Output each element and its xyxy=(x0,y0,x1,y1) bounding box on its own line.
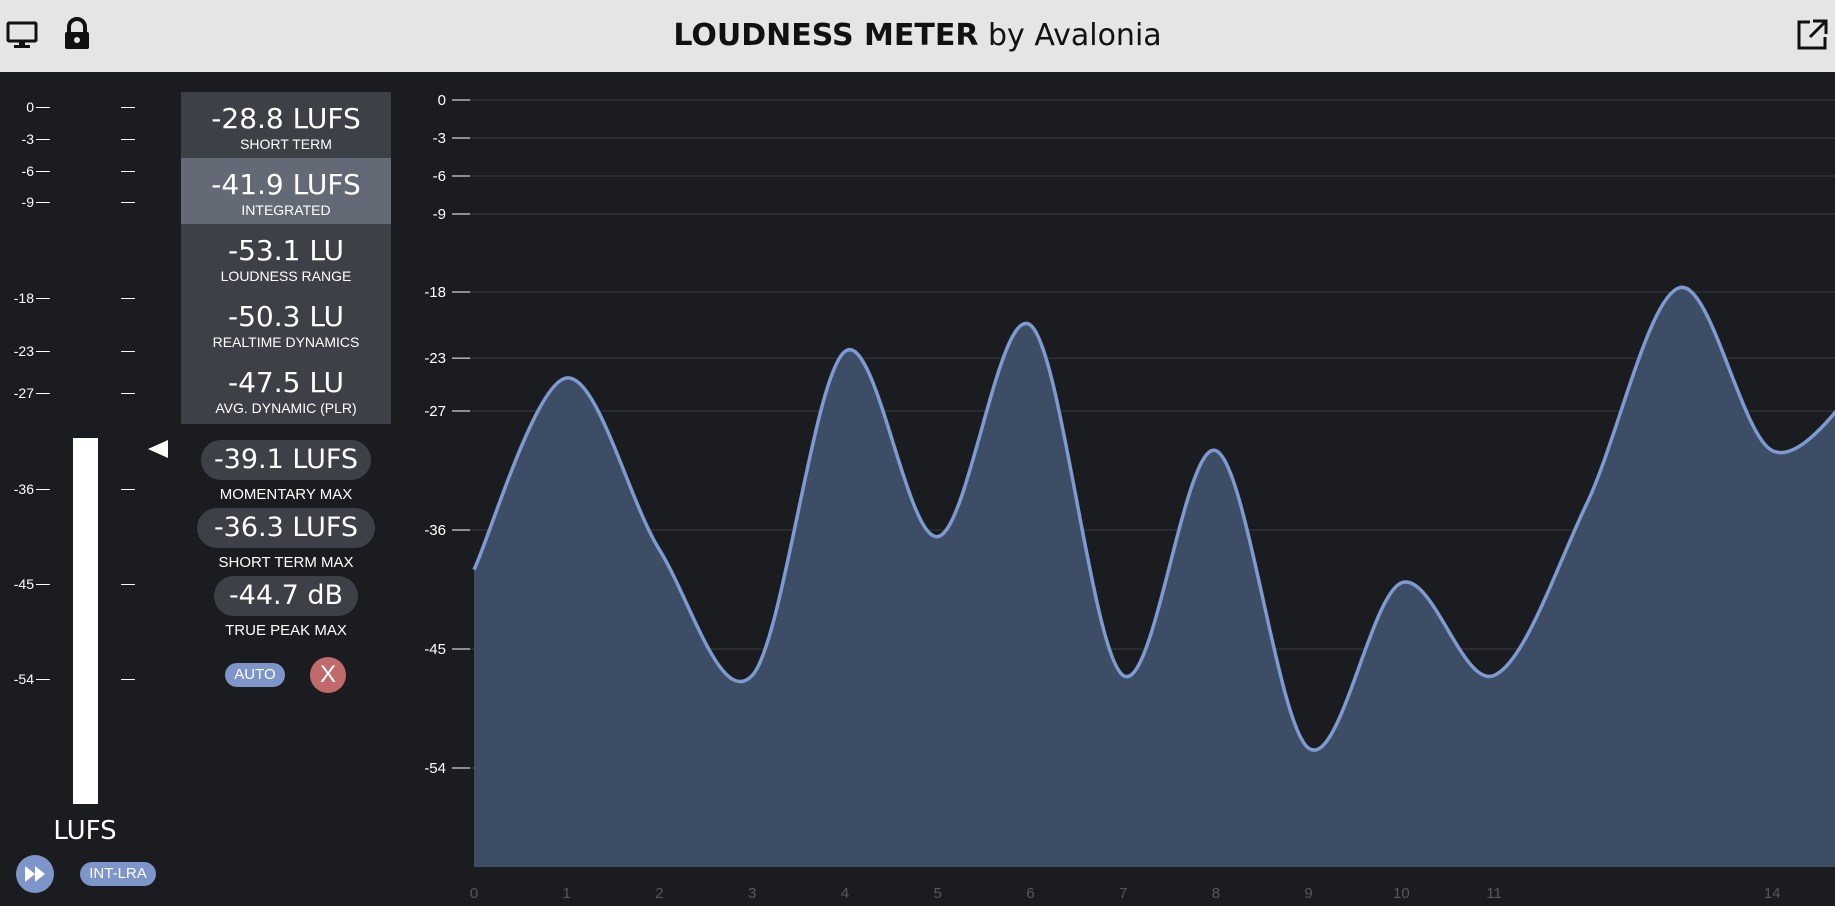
level-bar xyxy=(73,438,98,804)
meter-scale-label: -23 xyxy=(13,342,34,359)
max-value-box: -39.1 LUFS xyxy=(201,440,371,480)
meter-scale-label: -36 xyxy=(13,480,34,497)
stat-label: LOUDNESS RANGE xyxy=(220,268,352,284)
level-meter: LUFS INT-LRA 0 -3 -6 -9 -18 -23 -27 -36 -45 -54 xyxy=(0,72,180,901)
chart-y-tick-label: -9 xyxy=(433,206,446,223)
meter-scale-label: -45 xyxy=(13,576,34,592)
stat-realtime-dynamics: -50.3 LU REALTIME DYNAMICS xyxy=(181,290,391,356)
meter-scale-label: -54 xyxy=(13,671,34,688)
max-value-box: -36.3 LUFS xyxy=(197,508,375,548)
meter-unit-label: LUFS xyxy=(53,816,117,846)
meter-tick-right xyxy=(121,350,135,352)
meter-tick-left xyxy=(36,584,50,585)
chart-x-tick-label: 0 xyxy=(470,885,478,901)
meter-tick-right xyxy=(121,679,135,681)
meter-tick-right xyxy=(121,170,135,172)
popout-icon[interactable] xyxy=(1795,18,1829,57)
meter-tick-left xyxy=(36,107,50,108)
chart-x-tick-label: 4 xyxy=(841,885,849,901)
stat-label: SHORT TERM xyxy=(240,136,332,152)
chart-x-tick-label: 1 xyxy=(563,885,571,901)
loudness-chart-svg: 0 -3 -6 -9 -18 -23 -27 -36 -45 -54 0 1 2 3 4 5 6 7 8 9 10 11 1… xyxy=(424,92,1835,902)
fast-forward-button[interactable] xyxy=(16,855,54,893)
meter-tick-right xyxy=(121,393,135,395)
chart-x-tick-label: 6 xyxy=(1026,885,1034,901)
max-label: TRUE PEAK MAX xyxy=(225,622,347,639)
chart-x-tick-label: 5 xyxy=(933,885,941,901)
stat-avg-dynamic-plr: -47.5 LU AVG. DYNAMIC (PLR) xyxy=(181,356,391,422)
meter-tick-left xyxy=(36,170,50,172)
stat-short-term: -28.8 LUFS SHORT TERM xyxy=(181,92,391,158)
chart-y-tick-label: -45 xyxy=(424,641,446,658)
app-title-rest: by Avalonia xyxy=(978,18,1162,53)
chart-y-tick-label: 0 xyxy=(438,92,446,109)
chart-y-tick-label: -3 xyxy=(433,130,446,147)
meter-tick-left xyxy=(36,350,50,352)
meter-tick-left xyxy=(36,679,50,681)
level-pointer-icon[interactable] xyxy=(148,440,168,458)
meter-tick-right xyxy=(121,488,135,490)
meter-tick-left xyxy=(36,488,50,490)
chart-area xyxy=(474,287,1835,867)
fast-forward-icon xyxy=(25,866,45,882)
meter-scale-label: -6 xyxy=(21,162,34,179)
meter-scale-label: -3 xyxy=(21,130,34,147)
chart-y-tick-label: -23 xyxy=(424,350,446,367)
stat-label: INTEGRATED xyxy=(241,202,331,218)
stat-label: REALTIME DYNAMICS xyxy=(212,334,360,350)
meter-scale-label: -27 xyxy=(13,385,34,402)
stat-value: -50.3 LU xyxy=(227,300,345,333)
chart-x-tick-label: 14 xyxy=(1764,885,1781,901)
chart-x-tick-label: 11 xyxy=(1486,885,1502,901)
auto-button[interactable]: AUTO xyxy=(225,663,285,687)
stat-value: -47.5 LU xyxy=(227,366,345,399)
chart-x-tick-label: 7 xyxy=(1119,885,1127,901)
meter-tick-right xyxy=(121,584,135,585)
chart-y-tick-label: -54 xyxy=(424,760,446,777)
stats-panel: -28.8 LUFS SHORT TERM -41.9 LUFS INTEGRATED… xyxy=(181,92,391,424)
chart-y-tick-label: -27 xyxy=(424,403,446,420)
max-label: SHORT TERM MAX xyxy=(218,554,354,571)
loudness-history-chart: 0 -3 -6 -9 -18 -23 -27 -36 -45 -54 0 1 2 3 4 5 6 7 8 9 10 11 1… xyxy=(392,72,1835,902)
max-value-box: -44.7 dB xyxy=(214,576,358,616)
stat-integrated: -41.9 LUFS INTEGRATED xyxy=(181,158,391,224)
stat-value: -28.8 LUFS xyxy=(211,102,361,135)
app-title-bold: LOUDNESS METER xyxy=(673,18,979,53)
meter-tick-left xyxy=(36,393,50,395)
meter-tick-right xyxy=(121,297,135,299)
chart-x-tick-label: 2 xyxy=(655,885,663,901)
stat-label: AVG. DYNAMIC (PLR) xyxy=(215,400,357,416)
int-lra-button[interactable]: INT-LRA xyxy=(80,862,156,886)
meter-tick-right xyxy=(121,107,135,108)
stat-value: -53.1 LU xyxy=(227,234,345,267)
app-title: LOUDNESS METER by Avalonia xyxy=(0,18,1835,53)
chart-x-tick-label: 3 xyxy=(748,885,756,901)
meter-scale-label: -18 xyxy=(13,289,34,306)
close-button[interactable]: X xyxy=(310,657,346,693)
meter-tick-left xyxy=(36,138,50,140)
meter-tick-right xyxy=(121,138,135,140)
app-header: LOUDNESS METER by Avalonia xyxy=(0,0,1835,72)
meter-tick-left xyxy=(36,202,50,204)
chart-x-tick-label: 9 xyxy=(1304,885,1312,901)
meter-scale-label: 0 xyxy=(26,99,34,115)
max-label: MOMENTARY MAX xyxy=(219,486,353,503)
meter-tick-left xyxy=(36,297,50,299)
chart-x-tick-label: 8 xyxy=(1212,885,1220,901)
meter-scale-label: -9 xyxy=(21,194,34,211)
chart-y-tick-label: -6 xyxy=(433,168,446,185)
chart-y-tick-label: -36 xyxy=(424,522,446,539)
meter-tick-right xyxy=(121,202,135,204)
chart-y-tick-label: -18 xyxy=(424,284,446,301)
stat-value: -41.9 LUFS xyxy=(211,168,361,201)
chart-x-tick-label: 10 xyxy=(1393,885,1410,901)
stat-loudness-range: -53.1 LU LOUDNESS RANGE xyxy=(181,224,391,290)
